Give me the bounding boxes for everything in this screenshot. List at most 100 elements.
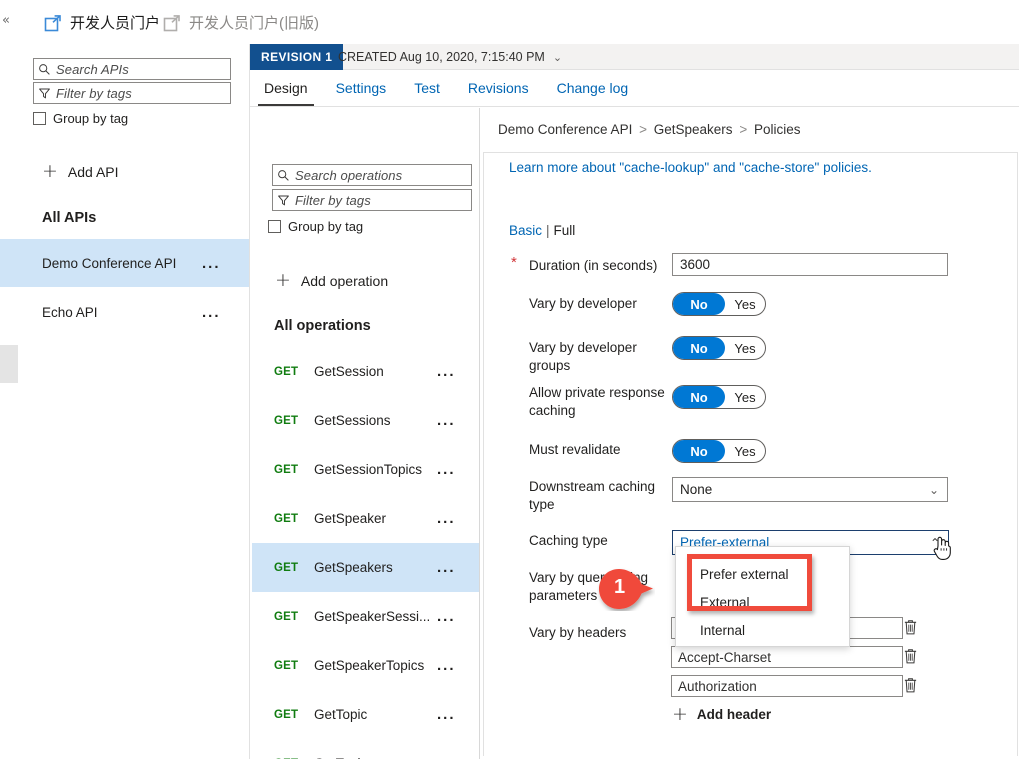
must-revalidate-toggle[interactable]: No Yes <box>672 439 766 463</box>
http-verb-badge: GET <box>274 708 299 721</box>
toggle-option-yes[interactable]: Yes <box>725 297 765 312</box>
chevron-down-icon[interactable]: ⌄ <box>553 51 562 64</box>
search-apis-placeholder: Search APIs <box>56 61 129 77</box>
vary-by-header-value-1: Accept-Charset <box>678 649 772 665</box>
operation-name: GetSessionTopics <box>314 462 423 477</box>
vary-by-developer-groups-label: Vary by developer groups <box>529 340 637 373</box>
add-header-button[interactable]: + Add header <box>672 705 771 724</box>
vary-by-developer-groups-toggle[interactable]: No Yes <box>672 336 766 360</box>
search-operations-input[interactable]: Search operations <box>272 164 472 186</box>
operation-row-getspeakers[interactable]: GET GetSpeakers ... <box>252 543 479 592</box>
api-list-item-echo[interactable]: Echo API ... <box>0 288 249 336</box>
http-verb-badge: GET <box>274 512 299 525</box>
operation-name: GetSessions <box>314 413 391 428</box>
operation-row-getspeakersessions[interactable]: GET GetSpeakerSessi... ... <box>252 592 479 641</box>
search-operations-placeholder: Search operations <box>295 167 403 183</box>
tab-revisions[interactable]: Revisions <box>454 69 543 106</box>
api-list-item-demo-conference[interactable]: Demo Conference API ... <box>0 239 249 287</box>
breadcrumb-leaf: Policies <box>753 122 801 137</box>
tab-test[interactable]: Test <box>400 69 454 106</box>
dropdown-highlight-box <box>687 554 812 611</box>
vary-by-header-input-1[interactable]: Accept-Charset <box>671 646 903 668</box>
operation-context-menu[interactable]: ... <box>437 412 456 429</box>
api-item-context-menu[interactable]: ... <box>202 255 221 272</box>
operations-sidebar: Search operations Filter by tags Group b… <box>252 108 480 759</box>
api-item-label: Echo API <box>42 304 98 320</box>
view-mode-separator: | <box>546 223 550 238</box>
breadcrumb-separator: > <box>639 122 647 137</box>
vary-by-developer-label: Vary by developer <box>529 296 637 311</box>
operation-context-menu[interactable]: ... <box>437 706 456 723</box>
operation-row-getspeaker[interactable]: GET GetSpeaker ... <box>252 494 479 543</box>
group-by-tag-apis-checkbox[interactable]: Group by tag <box>33 111 128 126</box>
vary-by-developer-toggle[interactable]: No Yes <box>672 292 766 316</box>
search-icon <box>278 169 289 181</box>
operation-row-getspeakertopics[interactable]: GET GetSpeakerTopics ... <box>252 641 479 690</box>
revision-meta[interactable]: CREATED Aug 10, 2020, 7:15:40 PM ⌄ <box>338 44 562 70</box>
search-icon <box>39 63 50 75</box>
trash-icon <box>904 649 917 664</box>
operation-name: GetSession <box>314 364 384 379</box>
portal-links-bar: « 开发人员门户 开发人员门户(旧版) <box>0 0 1019 44</box>
breadcrumb-root[interactable]: Demo Conference API <box>498 122 632 137</box>
delete-header-button-2[interactable] <box>903 676 918 694</box>
operation-row-getsession[interactable]: GET GetSession ... <box>252 347 479 396</box>
external-link-icon <box>44 14 61 31</box>
developer-portal-link[interactable]: 开发人员门户 <box>44 12 160 33</box>
filter-icon <box>278 195 289 205</box>
plus-icon: + <box>275 269 291 291</box>
filter-apis-by-tags-input[interactable]: Filter by tags <box>33 82 231 104</box>
search-apis-input[interactable]: Search APIs <box>33 58 231 80</box>
delete-header-button-0[interactable] <box>903 618 918 636</box>
learn-more-link[interactable]: Learn more about "cache-lookup" and "cac… <box>509 160 872 175</box>
operation-row-getsessiontopics[interactable]: GET GetSessionTopics ... <box>252 445 479 494</box>
group-by-tag-apis-label: Group by tag <box>53 111 129 126</box>
pane-resize-handle[interactable] <box>0 345 18 383</box>
operation-context-menu[interactable]: ... <box>437 559 456 576</box>
collapse-panel-icon[interactable]: « <box>2 14 10 27</box>
tab-design[interactable]: Design <box>250 69 322 106</box>
toggle-option-no[interactable]: No <box>673 386 725 408</box>
required-marker: * <box>511 254 517 271</box>
operation-context-menu[interactable]: ... <box>437 510 456 527</box>
operation-context-menu[interactable]: ... <box>437 461 456 478</box>
toggle-option-no[interactable]: No <box>673 337 725 359</box>
downstream-caching-type-value: None <box>680 482 713 497</box>
toggle-option-yes[interactable]: Yes <box>725 390 765 405</box>
filter-operations-by-tags-input[interactable]: Filter by tags <box>272 189 472 211</box>
allow-private-response-caching-toggle[interactable]: No Yes <box>672 385 766 409</box>
add-operation-button[interactable]: + Add operation <box>275 271 388 290</box>
operation-context-menu[interactable]: ... <box>437 755 456 759</box>
operation-context-menu[interactable]: ... <box>437 608 456 625</box>
downstream-caching-type-select[interactable]: None ⌄ <box>672 477 948 502</box>
operation-context-menu[interactable]: ... <box>437 363 456 380</box>
caching-type-option-internal[interactable]: Internal <box>676 616 851 644</box>
tab-change-log[interactable]: Change log <box>543 69 643 106</box>
tab-settings[interactable]: Settings <box>322 69 401 106</box>
api-item-context-menu[interactable]: ... <box>202 304 221 321</box>
mouse-cursor-hand <box>932 535 954 564</box>
revision-badge: REVISION 1 <box>250 44 344 70</box>
operation-row-gettopic[interactable]: GET GetTopic ... <box>252 690 479 739</box>
vary-by-header-input-2[interactable]: Authorization <box>671 675 903 697</box>
add-api-button[interactable]: + Add API <box>42 162 119 181</box>
toggle-option-no[interactable]: No <box>673 293 725 315</box>
toggle-option-no[interactable]: No <box>673 440 725 462</box>
developer-portal-legacy-link[interactable]: 开发人员门户(旧版) <box>163 12 319 33</box>
toggle-option-yes[interactable]: Yes <box>725 341 765 356</box>
view-mode-basic[interactable]: Basic <box>509 223 542 238</box>
delete-header-button-1[interactable] <box>903 647 918 665</box>
trash-icon <box>904 678 917 693</box>
breadcrumb-operation[interactable]: GetSpeakers <box>654 122 733 137</box>
add-header-label: Add header <box>696 707 772 722</box>
operation-row-getsessions[interactable]: GET GetSessions ... <box>252 396 479 445</box>
duration-input[interactable]: 3600 <box>672 253 948 276</box>
checkbox-box <box>33 112 46 125</box>
view-mode-full[interactable]: Full <box>554 223 576 238</box>
group-by-tag-operations-checkbox[interactable]: Group by tag <box>268 219 363 234</box>
trash-icon <box>904 620 917 635</box>
toggle-option-yes[interactable]: Yes <box>725 444 765 459</box>
operation-row-gettopics[interactable]: GET GetTopics ... <box>252 739 479 759</box>
http-verb-badge: GET <box>274 659 299 672</box>
operation-context-menu[interactable]: ... <box>437 657 456 674</box>
